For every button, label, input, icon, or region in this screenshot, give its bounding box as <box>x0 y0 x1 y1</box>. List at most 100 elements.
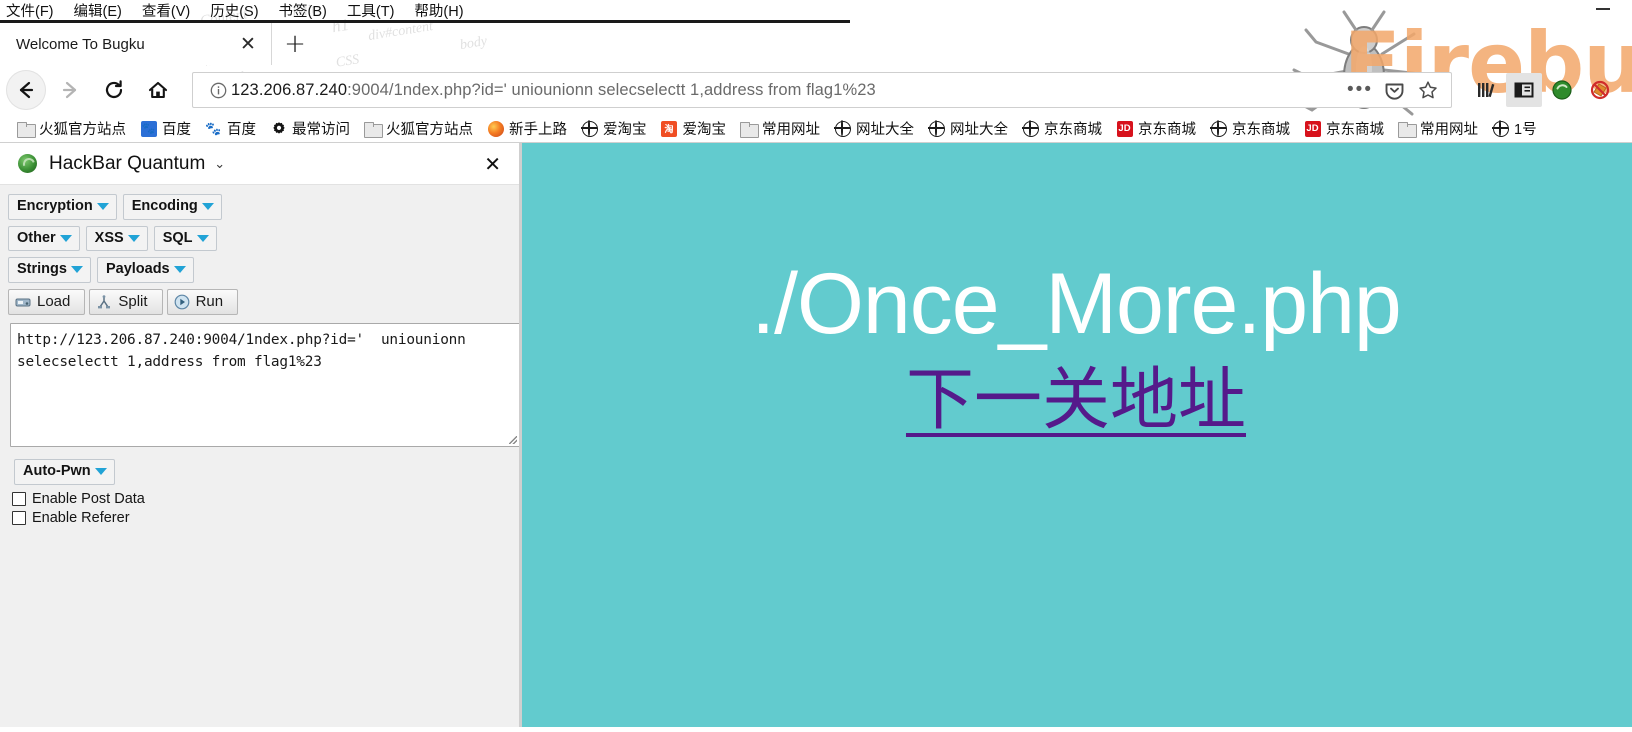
encryption-dropdown[interactable]: Encryption <box>8 194 117 220</box>
firefox-account-icon[interactable] <box>1544 73 1580 107</box>
info-icon[interactable] <box>205 82 231 99</box>
menu-help[interactable]: 帮助(H) <box>414 0 463 21</box>
other-label: Other <box>17 229 56 246</box>
tab-title: Welcome To Bugku <box>16 35 145 53</box>
bookmark-label: 网址大全 <box>856 122 914 138</box>
bookmark-item[interactable]: 爱淘宝 <box>574 116 654 142</box>
chevron-down-icon <box>196 234 209 242</box>
menu-tools[interactable]: 工具(T) <box>347 0 395 21</box>
encoding-dropdown[interactable]: Encoding <box>122 194 222 220</box>
bookmark-label: 京东商城 <box>1326 122 1384 138</box>
menu-history[interactable]: 历史(S) <box>210 0 258 21</box>
bookmark-item[interactable]: JD 京东商城 <box>1297 116 1391 142</box>
close-sidebar-icon[interactable]: ✕ <box>478 152 507 176</box>
tab-welcome-to-bugku[interactable]: Welcome To Bugku ✕ <box>0 23 272 65</box>
bookmark-label: 京东商城 <box>1044 122 1102 138</box>
back-button[interactable] <box>6 70 46 110</box>
bookmark-item[interactable]: 京东商城 <box>1203 116 1297 142</box>
request-url-textarea[interactable] <box>10 323 520 448</box>
forward-button[interactable] <box>50 70 90 110</box>
hackbar-row-1: Encryption Encoding <box>6 194 519 220</box>
new-tab-button[interactable]: + <box>272 23 318 65</box>
enable-referer-checkbox[interactable]: Enable Referer <box>12 510 519 526</box>
other-dropdown[interactable]: Other <box>8 225 80 252</box>
bookmark-item[interactable]: 京东商城 <box>1015 116 1109 142</box>
reload-button[interactable] <box>94 70 134 110</box>
close-icon[interactable]: ✕ <box>235 31 261 57</box>
xss-dropdown[interactable]: XSS <box>85 225 148 252</box>
run-label: Run <box>195 293 224 311</box>
bookmark-item[interactable]: 网址大全 <box>921 116 1015 142</box>
bookmark-label: 火狐官方站点 <box>39 122 126 138</box>
auto-pwn-dropdown[interactable]: Auto-Pwn <box>14 459 115 485</box>
sidebar-splitter[interactable] <box>519 143 522 727</box>
checkbox-box[interactable] <box>12 510 26 525</box>
content-area: HackBar Quantum ⌄ ✕ Encryption Encoding … <box>0 143 1632 727</box>
url-bar[interactable]: 123.206.87.240:9004/1ndex.php?id=' uniou… <box>192 72 1452 108</box>
bookmark-star-icon[interactable] <box>1411 75 1445 105</box>
sql-dropdown[interactable]: SQL <box>153 225 217 252</box>
bookmark-label: 爱淘宝 <box>603 122 647 138</box>
payloads-dropdown[interactable]: Payloads <box>96 257 194 284</box>
page-actions-icon[interactable]: ••• <box>1343 75 1377 105</box>
strings-label: Strings <box>17 261 67 278</box>
bookmark-item[interactable]: 火狐官方站点 <box>357 116 480 142</box>
hackbar-lower-controls: Auto-Pwn Enable Post Data Enable Referer <box>6 447 519 526</box>
pocket-icon[interactable] <box>1377 75 1411 105</box>
enable-post-data-checkbox[interactable]: Enable Post Data <box>12 491 519 507</box>
request-textarea-wrapper <box>6 323 520 448</box>
checkbox-box[interactable] <box>12 491 26 506</box>
encoding-label: Encoding <box>131 198 198 214</box>
bookmark-item[interactable]: 1号 <box>1485 116 1544 142</box>
bookmark-label: 1号 <box>1514 122 1537 138</box>
split-label: Split <box>118 293 148 311</box>
bookmark-item[interactable]: 🐾 百度 <box>133 116 198 142</box>
enable-referer-label: Enable Referer <box>32 509 130 526</box>
strings-dropdown[interactable]: Strings <box>8 257 91 284</box>
payloads-label: Payloads <box>105 261 170 278</box>
globe-icon <box>833 119 851 137</box>
chevron-down-icon <box>201 202 214 210</box>
split-button[interactable]: Split <box>89 289 163 316</box>
bookmark-item[interactable]: 淘爱淘宝 <box>654 116 734 142</box>
load-button[interactable]: Load <box>8 289 86 316</box>
menu-edit[interactable]: 编辑(E) <box>74 0 122 21</box>
bookmark-label: 最常访问 <box>292 122 350 138</box>
bookmark-item[interactable]: 🐾 百度 <box>198 116 263 142</box>
chevron-down-icon <box>96 202 109 210</box>
split-icon <box>96 294 112 310</box>
bookmark-item[interactable]: 火狐官方站点 <box>10 116 133 142</box>
enable-post-data-label: Enable Post Data <box>32 490 145 507</box>
noscript-icon[interactable] <box>1582 73 1618 107</box>
chevron-down-icon[interactable]: ⌄ <box>214 156 225 172</box>
library-icon[interactable] <box>1468 73 1504 107</box>
menu-view[interactable]: 查看(V) <box>142 0 190 21</box>
hackbar-title: HackBar Quantum <box>49 152 206 174</box>
globe-icon <box>1209 119 1227 137</box>
home-button[interactable] <box>138 70 178 110</box>
bookmark-item[interactable]: 网址大全 <box>827 116 921 142</box>
load-label: Load <box>37 293 71 311</box>
menu-file[interactable]: 文件(F) <box>6 0 54 21</box>
bookmark-item[interactable]: 常用网址 <box>733 116 827 142</box>
bookmark-item[interactable]: JD 京东商城 <box>1109 116 1203 142</box>
browser-window: Firebu Content Edit h1 div#content body … <box>0 0 1632 732</box>
bookmark-label: 京东商城 <box>1138 122 1196 138</box>
run-button[interactable]: Run <box>166 289 239 316</box>
toolbar-right-icons <box>1468 73 1618 107</box>
hackbar-sidebar: HackBar Quantum ⌄ ✕ Encryption Encoding … <box>0 143 520 727</box>
menu-bookmarks[interactable]: 书签(B) <box>279 0 327 21</box>
sidebars-icon[interactable] <box>1506 73 1542 107</box>
bookmarks-toolbar: 火狐官方站点 🐾 百度 🐾 百度 最常访问 火狐官方站点 新手上路 爱淘宝 淘爱淘宝… <box>0 115 1632 143</box>
bookmark-item[interactable]: 新手上路 <box>480 116 574 142</box>
window-minimize-button[interactable] <box>1596 8 1610 10</box>
url-input[interactable]: 123.206.87.240:9004/1ndex.php?id=' uniou… <box>231 81 1343 100</box>
bookmark-item[interactable]: 最常访问 <box>263 116 357 142</box>
baidu-icon: 🐾 <box>205 120 222 136</box>
next-level-link[interactable]: 下一关地址 <box>906 361 1246 440</box>
menu-bar: 文件(F) 编辑(E) 查看(V) 历史(S) 书签(B) 工具(T) 帮助(H… <box>0 0 1632 20</box>
tab-strip: Welcome To Bugku ✕ + <box>0 20 850 65</box>
auto-pwn-label: Auto-Pwn <box>23 463 91 480</box>
bookmark-item[interactable]: 常用网址 <box>1391 116 1485 142</box>
page-title: ./Once_More.php <box>751 256 1401 352</box>
